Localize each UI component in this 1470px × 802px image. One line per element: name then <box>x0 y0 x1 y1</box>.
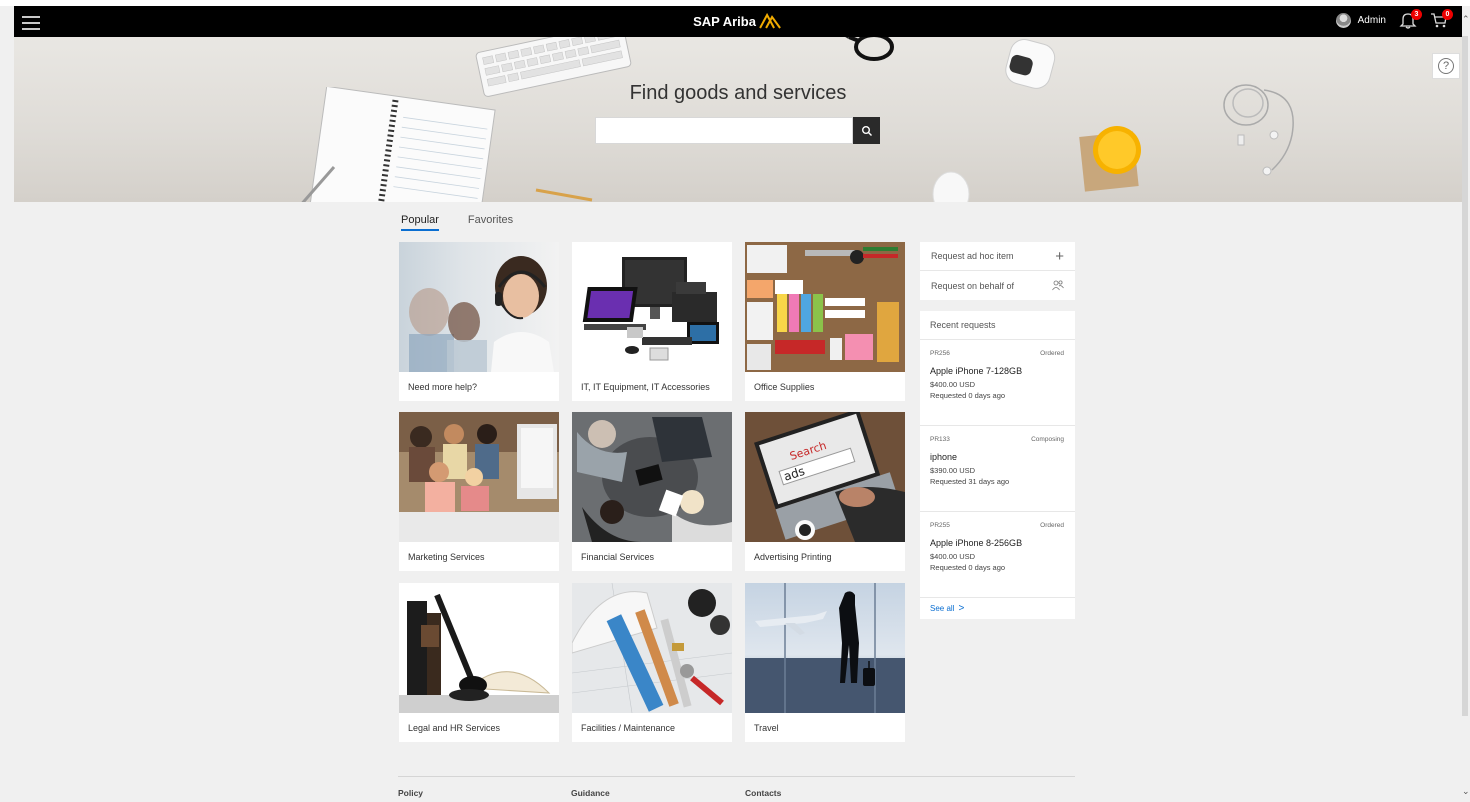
tile-image-office <box>745 242 905 372</box>
recent-requests-panel: Recent requests PR256 Ordered Apple iPho… <box>920 311 1075 619</box>
tile-label: Financial Services <box>581 552 655 562</box>
request-age: Requested 31 days ago <box>930 477 1010 486</box>
tile-image-marketing <box>399 412 559 542</box>
category-tile-financial[interactable]: Financial Services <box>572 412 732 571</box>
tile-label: Legal and HR Services <box>408 723 501 733</box>
banner-title: Find goods and services <box>629 82 847 104</box>
request-price: $400.00 USD <box>930 552 976 561</box>
see-all-label: See all <box>930 604 955 613</box>
tile-label: Office Supplies <box>754 382 815 392</box>
notifications-badge: 3 <box>1411 9 1422 20</box>
quick-actions-panel: Request ad hoc item + Request on behalf … <box>920 242 1075 300</box>
user-menu[interactable]: Admin <box>1335 13 1386 28</box>
tile-image-facilities <box>572 583 732 713</box>
footer-contacts[interactable]: Contacts <box>745 788 781 798</box>
request-name: Apple iPhone 8-256GB <box>930 538 1023 548</box>
tile-label: Advertising Printing <box>754 552 832 562</box>
request-name: Apple iPhone 7-128GB <box>930 366 1023 376</box>
tile-label: Travel <box>754 723 779 733</box>
scroll-up-arrow-icon[interactable]: ⌃ <box>1462 14 1470 25</box>
help-icon: ? <box>1438 58 1454 74</box>
users-icon <box>1052 280 1064 291</box>
request-status: Ordered <box>1040 350 1064 357</box>
pencil-illustration <box>535 188 593 202</box>
recent-request-item[interactable]: PR256 Ordered Apple iPhone 7-128GB $400.… <box>920 340 1075 426</box>
category-tile-it[interactable]: IT, IT Equipment, IT Accessories <box>572 242 732 401</box>
request-id: PR256 <box>930 350 950 357</box>
footer-divider <box>398 776 1075 777</box>
category-tile-facilities[interactable]: Facilities / Maintenance <box>572 583 732 742</box>
tile-label: Facilities / Maintenance <box>581 723 676 733</box>
glasses-illustration <box>845 37 894 61</box>
cart-badge: 0 <box>1442 9 1453 20</box>
category-tile-marketing[interactable]: Marketing Services <box>399 412 559 571</box>
scroll-down-arrow-icon[interactable]: ⌄ <box>1462 786 1470 797</box>
help-button[interactable]: ? <box>1432 53 1460 79</box>
tab-favorites[interactable]: Favorites <box>468 214 513 231</box>
tile-image-it <box>572 242 732 372</box>
search-input[interactable] <box>595 117 853 144</box>
scrollbar[interactable] <box>1462 36 1468 716</box>
category-tile-travel[interactable]: Travel <box>745 583 905 742</box>
tile-image-advertising: Search ads <box>745 412 905 542</box>
avatar <box>1335 13 1351 28</box>
hero-banner: Find goods and services ? <box>14 37 1462 202</box>
tile-image-legal <box>399 583 559 713</box>
tab-bar: Popular Favorites <box>401 214 513 231</box>
request-id: PR255 <box>930 522 950 529</box>
mouse-illustration <box>932 171 970 202</box>
request-price: $400.00 USD <box>930 380 976 389</box>
category-tile-advertising[interactable]: Search ads Advertising Printing <box>745 412 905 571</box>
tile-label: Marketing Services <box>408 552 485 562</box>
request-on-behalf-of[interactable]: Request on behalf of <box>920 271 1075 300</box>
see-all-link[interactable]: See all > <box>920 598 1075 619</box>
brand-name: SAP Ariba <box>693 13 756 29</box>
tab-popular[interactable]: Popular <box>401 214 439 231</box>
tile-label: Need more help? <box>408 382 478 392</box>
category-tile-help[interactable]: Need more help? <box>399 242 559 401</box>
user-name: Admin <box>1357 15 1386 26</box>
tile-image-financial <box>572 412 732 542</box>
tile-image-travel <box>745 583 905 713</box>
footer-guidance[interactable]: Guidance <box>571 788 610 798</box>
tile-image-help <box>399 242 559 372</box>
chevron-right-icon: > <box>958 603 965 614</box>
category-tile-office[interactable]: Office Supplies <box>745 242 905 401</box>
search-icon <box>861 125 872 136</box>
juice-glass-illustration <box>1079 126 1141 192</box>
cart-button[interactable]: 0 <box>1429 9 1453 32</box>
request-id: PR133 <box>930 436 950 443</box>
page: SAP Ariba Admin 3 0 ⌃ ⌄ Find goods and s… <box>0 0 1470 802</box>
request-status: Composing <box>1031 436 1064 443</box>
request-ad-hoc-label: Request ad hoc item <box>931 251 1014 261</box>
brand-logo[interactable]: SAP Ariba <box>693 13 783 29</box>
recent-request-item[interactable]: PR255 Ordered Apple iPhone 8-256GB $400.… <box>920 512 1075 598</box>
request-name: iphone <box>930 452 958 462</box>
search-button[interactable] <box>853 117 880 144</box>
request-ad-hoc-item[interactable]: Request ad hoc item + <box>920 242 1075 271</box>
request-age: Requested 0 days ago <box>930 391 1006 400</box>
request-price: $390.00 USD <box>930 466 976 475</box>
top-header: SAP Ariba Admin 3 0 <box>14 6 1462 37</box>
ariba-mark-icon <box>759 13 781 29</box>
request-age: Requested 0 days ago <box>930 563 1006 572</box>
request-status: Ordered <box>1040 522 1064 529</box>
hamburger-icon[interactable] <box>22 13 40 30</box>
notifications-button[interactable]: 3 <box>1398 9 1422 32</box>
footer-policy[interactable]: Policy <box>398 788 423 798</box>
recent-requests-title: Recent requests <box>920 311 1075 340</box>
tile-label: IT, IT Equipment, IT Accessories <box>581 382 710 392</box>
plus-icon: + <box>1055 247 1064 265</box>
request-on-behalf-label: Request on behalf of <box>931 280 1015 291</box>
category-tile-legal[interactable]: Legal and HR Services <box>399 583 559 742</box>
recent-request-item[interactable]: PR133 Composing iphone $390.00 USD Reque… <box>920 426 1075 512</box>
